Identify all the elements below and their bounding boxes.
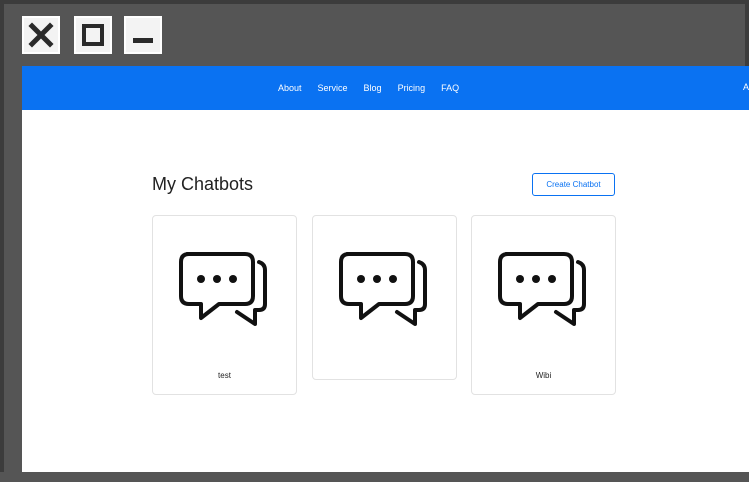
chat-bubbles-icon [179, 252, 267, 326]
maximize-window-button[interactable] [74, 16, 112, 54]
close-icon [28, 22, 54, 48]
top-navbar: About Service Blog Pricing FAQ A [22, 66, 749, 110]
chatbot-card-wibi[interactable]: Wibi [471, 215, 616, 395]
close-window-button[interactable] [22, 16, 60, 54]
page-title: My Chatbots [152, 174, 254, 194]
nav-link-service[interactable]: Service [318, 83, 348, 93]
window-bottom-border [0, 472, 749, 482]
nav-link-pricing[interactable]: Pricing [398, 83, 426, 93]
chatbot-card-test[interactable]: test [152, 215, 297, 395]
nav-link-about[interactable]: About [278, 83, 302, 93]
chatbot-card-unnamed[interactable] [312, 215, 457, 380]
maximize-icon [82, 24, 104, 46]
chatbot-name: Wibi [535, 371, 552, 380]
minimize-icon [133, 38, 153, 43]
nav-link-blog[interactable]: Blog [364, 83, 382, 93]
chat-bubbles-icon [339, 252, 427, 326]
chat-bubbles-icon [498, 252, 586, 326]
nav-links: About Service Blog Pricing FAQ [278, 66, 459, 110]
chatbot-name: test [218, 371, 231, 380]
nav-link-faq[interactable]: FAQ [441, 83, 459, 93]
create-chatbot-button[interactable]: Create Chatbot [532, 173, 615, 196]
minimize-window-button[interactable] [124, 16, 162, 54]
browser-viewport: About Service Blog Pricing FAQ A My Chat… [22, 66, 749, 472]
nav-edge-text[interactable]: A [743, 82, 749, 92]
